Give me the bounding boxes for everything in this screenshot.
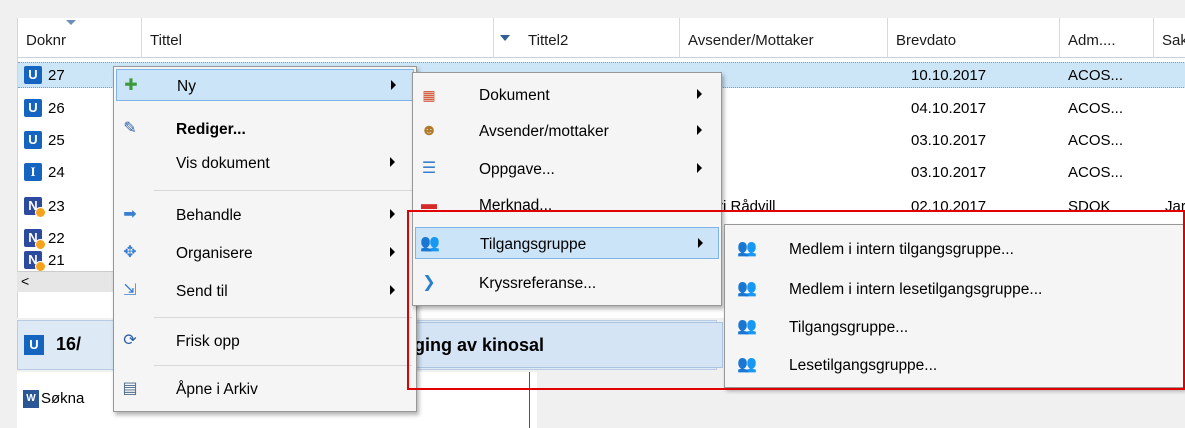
menu-item-apne-i-arkiv[interactable]: ▤ Åpne i Arkiv (116, 373, 414, 405)
menu-separator (154, 190, 412, 191)
menu-item-ny[interactable]: ✚ Ny (116, 69, 414, 101)
col-header-brevdato[interactable]: Brevdato (888, 18, 1060, 58)
col-header-avsender[interactable]: Avsender/Mottaker (680, 18, 888, 58)
col-header-label: Sak (1162, 32, 1185, 49)
horizontal-scrollbar[interactable]: < (17, 271, 116, 292)
note-badge-icon: N (24, 251, 46, 272)
detail-number: 16/ (56, 334, 82, 354)
menu-item-vis-dokument[interactable]: Vis dokument (116, 147, 414, 179)
col-header-tittel2[interactable]: Tittel2 (494, 18, 680, 58)
col-header-label: Doknr (26, 32, 67, 49)
doknr-cell: 22 (48, 230, 65, 247)
note-badge-icon: N (24, 229, 46, 250)
plus-icon: ✚ (124, 77, 138, 94)
doknr-cell: 26 (48, 100, 65, 117)
brevdato-cell: 04.10.2017 (911, 100, 987, 117)
adm-cell: ACOS... (1068, 132, 1124, 149)
menu-item-rediger[interactable]: ✎ Rediger... (116, 113, 414, 145)
refresh-icon: ⟳ (123, 332, 137, 349)
submenu-arrow-icon (390, 209, 395, 219)
submenu-arrow-icon (697, 125, 702, 135)
col-header-adm[interactable]: Adm.... (1060, 18, 1154, 58)
col-header-label: Adm.... (1068, 32, 1116, 49)
filter-dropdown-icon[interactable] (500, 35, 510, 41)
adm-cell: ACOS... (1068, 164, 1124, 181)
col-header-label: Tittel2 (528, 32, 569, 49)
doknr-cell: 23 (48, 198, 65, 215)
brevdato-cell: 03.10.2017 (911, 164, 987, 181)
submenu-arrow-icon (390, 247, 395, 257)
arrow-right-icon: ➡ (123, 206, 137, 223)
col-header-sak[interactable]: Sak (1154, 18, 1185, 58)
note-badge-icon: N (24, 197, 46, 218)
menu-item-oppgave[interactable]: ☰ Oppgave... (415, 153, 719, 185)
menu-item-avsender-mottaker[interactable]: ☻ Avsender/mottaker (415, 115, 719, 147)
submenu-arrow-icon (391, 80, 396, 90)
col-header-tittel[interactable]: Tittel (142, 18, 494, 58)
menu-item-send-til[interactable]: ⇲ Send til (116, 275, 414, 307)
send-icon: ⇲ (123, 282, 137, 299)
brevdato-cell: 03.10.2017 (911, 132, 987, 149)
doknr-cell: 24 (48, 164, 65, 181)
context-menu: ✚ Ny ✎ Rediger... Vis dokument ➡ Behandl… (113, 66, 417, 412)
archive-icon: ▤ (122, 380, 138, 397)
menu-item-organisere[interactable]: ✥ Organisere (116, 237, 414, 269)
word-document-icon: W (23, 390, 39, 408)
menu-separator (154, 317, 412, 318)
document-icon: ▦ (422, 87, 436, 103)
submenu-arrow-icon (390, 285, 395, 295)
submenu-arrow-icon (390, 157, 395, 167)
pencil-icon: ✎ (123, 120, 137, 137)
submenu-arrow-icon (697, 89, 702, 99)
task-icon: ☰ (421, 160, 437, 177)
col-header-label: Avsender/Mottaker (688, 32, 814, 49)
brevdato-cell: 10.10.2017 (911, 67, 987, 84)
outgoing-badge-icon: U (24, 66, 42, 84)
menu-item-behandle[interactable]: ➡ Behandle (116, 199, 414, 231)
col-header-doknr[interactable]: Doknr (18, 18, 142, 58)
col-header-label: Tittel (150, 32, 182, 49)
doknr-cell: 27 (48, 67, 65, 84)
annotation-highlight-box (407, 210, 1185, 390)
menu-item-dokument[interactable]: ▦ Dokument (415, 79, 719, 111)
adm-cell: ACOS... (1068, 67, 1124, 84)
col-header-label: Brevdato (896, 32, 957, 49)
adm-cell: ACOS... (1068, 100, 1124, 117)
doknr-cell: 21 (48, 252, 65, 269)
submenu-arrow-icon (697, 163, 702, 173)
outgoing-badge-icon: U (24, 131, 42, 149)
menu-item-frisk-opp[interactable]: ⟳ Frisk opp (116, 325, 414, 357)
incoming-badge-icon: I (24, 163, 42, 181)
outgoing-badge-icon: U (24, 335, 44, 355)
users-icon: ☻ (420, 122, 438, 139)
outgoing-badge-icon: U (24, 99, 42, 117)
document-item-label[interactable]: Søkna (41, 390, 84, 407)
scroll-left-icon[interactable]: < (21, 273, 29, 289)
doknr-cell: 25 (48, 132, 65, 149)
menu-separator (154, 365, 412, 366)
move-icon: ✥ (123, 244, 137, 261)
sort-indicator-icon (66, 20, 76, 25)
